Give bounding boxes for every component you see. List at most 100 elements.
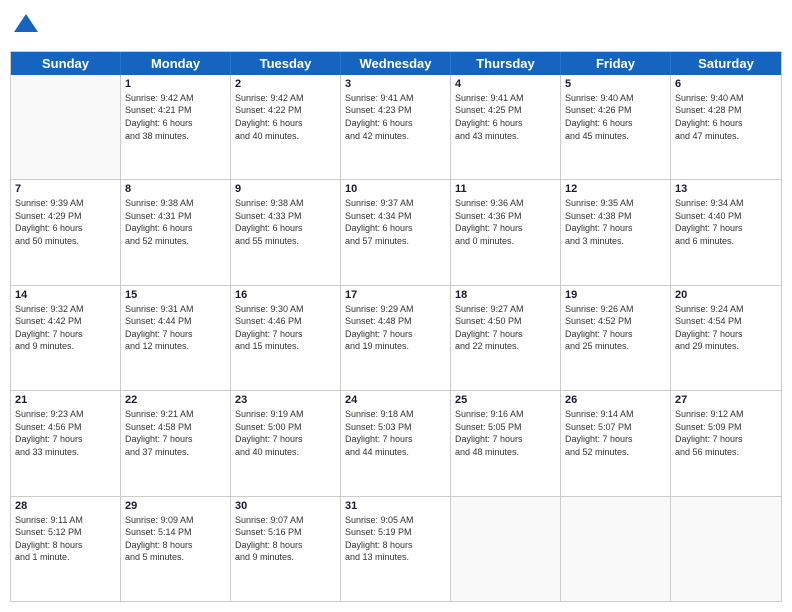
day-cell: 30 Sunrise: 9:07 AM Sunset: 5:16 PM Dayli… [231,497,341,601]
day-info: Sunrise: 9:29 AM Sunset: 4:48 PM Dayligh… [345,303,446,353]
day-number: 3 [345,78,446,90]
day-info: Sunrise: 9:39 AM Sunset: 4:29 PM Dayligh… [15,197,116,247]
day-cell: 6 Sunrise: 9:40 AM Sunset: 4:28 PM Daylig… [671,75,781,179]
week-row-2: 7 Sunrise: 9:39 AM Sunset: 4:29 PM Daylig… [11,180,781,285]
day-number: 28 [15,500,116,512]
day-number: 20 [675,289,777,301]
logo [10,10,40,43]
day-cell [671,497,781,601]
day-info: Sunrise: 9:18 AM Sunset: 5:03 PM Dayligh… [345,408,446,458]
day-number: 10 [345,183,446,195]
day-info: Sunrise: 9:24 AM Sunset: 4:54 PM Dayligh… [675,303,777,353]
day-info: Sunrise: 9:27 AM Sunset: 4:50 PM Dayligh… [455,303,556,353]
day-cell: 10 Sunrise: 9:37 AM Sunset: 4:34 PM Dayli… [341,180,451,284]
day-info: Sunrise: 9:41 AM Sunset: 4:25 PM Dayligh… [455,92,556,142]
day-info: Sunrise: 9:21 AM Sunset: 4:58 PM Dayligh… [125,408,226,458]
day-number: 2 [235,78,336,90]
day-number: 16 [235,289,336,301]
day-cell: 27 Sunrise: 9:12 AM Sunset: 5:09 PM Dayli… [671,391,781,495]
day-number: 24 [345,394,446,406]
week-row-4: 21 Sunrise: 9:23 AM Sunset: 4:56 PM Dayli… [11,391,781,496]
day-info: Sunrise: 9:38 AM Sunset: 4:33 PM Dayligh… [235,197,336,247]
day-info: Sunrise: 9:12 AM Sunset: 5:09 PM Dayligh… [675,408,777,458]
day-number: 17 [345,289,446,301]
header-day-thursday: Thursday [451,52,561,75]
logo-text [10,10,40,43]
day-number: 21 [15,394,116,406]
day-cell: 25 Sunrise: 9:16 AM Sunset: 5:05 PM Dayli… [451,391,561,495]
day-cell: 23 Sunrise: 9:19 AM Sunset: 5:00 PM Dayli… [231,391,341,495]
day-info: Sunrise: 9:05 AM Sunset: 5:19 PM Dayligh… [345,514,446,564]
day-cell: 20 Sunrise: 9:24 AM Sunset: 4:54 PM Dayli… [671,286,781,390]
day-cell: 14 Sunrise: 9:32 AM Sunset: 4:42 PM Dayli… [11,286,121,390]
day-number: 12 [565,183,666,195]
day-number: 5 [565,78,666,90]
day-number: 13 [675,183,777,195]
day-cell: 18Sunrise: 9:27 AM Sunset: 4:50 PM Dayli… [451,286,561,390]
day-info: Sunrise: 9:30 AM Sunset: 4:46 PM Dayligh… [235,303,336,353]
day-number: 4 [455,78,556,90]
day-number: 8 [125,183,226,195]
day-cell [451,497,561,601]
day-cell: 29Sunrise: 9:09 AM Sunset: 5:14 PM Dayli… [121,497,231,601]
header-day-friday: Friday [561,52,671,75]
day-info: Sunrise: 9:32 AM Sunset: 4:42 PM Dayligh… [15,303,116,353]
day-cell: 17 Sunrise: 9:29 AM Sunset: 4:48 PM Dayli… [341,286,451,390]
day-number: 11 [455,183,556,195]
day-info: Sunrise: 9:11 AM Sunset: 5:12 PM Dayligh… [15,514,116,564]
day-number: 26 [565,394,666,406]
day-info: Sunrise: 9:42 AM Sunset: 4:22 PM Dayligh… [235,92,336,142]
day-cell: 22 Sunrise: 9:21 AM Sunset: 4:58 PM Dayli… [121,391,231,495]
day-number: 22 [125,394,226,406]
week-row-5: 28 Sunrise: 9:11 AM Sunset: 5:12 PM Dayli… [11,497,781,601]
day-info: Sunrise: 9:37 AM Sunset: 4:34 PM Dayligh… [345,197,446,247]
logo-icon [12,10,40,38]
day-info: Sunrise: 9:19 AM Sunset: 5:00 PM Dayligh… [235,408,336,458]
header-day-wednesday: Wednesday [341,52,451,75]
day-info: Sunrise: 9:36 AM Sunset: 4:36 PM Dayligh… [455,197,556,247]
day-cell: 9 Sunrise: 9:38 AM Sunset: 4:33 PM Daylig… [231,180,341,284]
day-cell: 11 Sunrise: 9:36 AM Sunset: 4:36 PM Dayli… [451,180,561,284]
calendar-header: SundayMondayTuesdayWednesdayThursdayFrid… [11,52,781,75]
header-day-tuesday: Tuesday [231,52,341,75]
day-cell: 24 Sunrise: 9:18 AM Sunset: 5:03 PM Dayli… [341,391,451,495]
day-cell: 13Sunrise: 9:34 AM Sunset: 4:40 PM Dayli… [671,180,781,284]
day-info: Sunrise: 9:35 AM Sunset: 4:38 PM Dayligh… [565,197,666,247]
day-number: 30 [235,500,336,512]
day-number: 29 [125,500,226,512]
day-number: 6 [675,78,777,90]
day-number: 31 [345,500,446,512]
calendar-body: 1Sunrise: 9:42 AM Sunset: 4:21 PM Daylig… [11,75,781,601]
day-cell: 5 Sunrise: 9:40 AM Sunset: 4:26 PM Daylig… [561,75,671,179]
day-cell: 31 Sunrise: 9:05 AM Sunset: 5:19 PM Dayli… [341,497,451,601]
day-number: 23 [235,394,336,406]
day-number: 9 [235,183,336,195]
day-info: Sunrise: 9:41 AM Sunset: 4:23 PM Dayligh… [345,92,446,142]
day-cell: 26 Sunrise: 9:14 AM Sunset: 5:07 PM Dayli… [561,391,671,495]
day-cell: 15 Sunrise: 9:31 AM Sunset: 4:44 PM Dayli… [121,286,231,390]
day-number: 7 [15,183,116,195]
day-info: Sunrise: 9:14 AM Sunset: 5:07 PM Dayligh… [565,408,666,458]
day-cell: 21 Sunrise: 9:23 AM Sunset: 4:56 PM Dayli… [11,391,121,495]
day-number: 25 [455,394,556,406]
day-cell [561,497,671,601]
day-info: Sunrise: 9:31 AM Sunset: 4:44 PM Dayligh… [125,303,226,353]
calendar: SundayMondayTuesdayWednesdayThursdayFrid… [10,51,782,602]
header-day-saturday: Saturday [671,52,781,75]
day-number: 19 [565,289,666,301]
header [10,10,782,43]
day-number: 14 [15,289,116,301]
day-cell: 28 Sunrise: 9:11 AM Sunset: 5:12 PM Dayli… [11,497,121,601]
day-number: 27 [675,394,777,406]
day-info: Sunrise: 9:23 AM Sunset: 4:56 PM Dayligh… [15,408,116,458]
day-info: Sunrise: 9:40 AM Sunset: 4:26 PM Dayligh… [565,92,666,142]
day-info: Sunrise: 9:40 AM Sunset: 4:28 PM Dayligh… [675,92,777,142]
week-row-1: 1Sunrise: 9:42 AM Sunset: 4:21 PM Daylig… [11,75,781,180]
day-info: Sunrise: 9:07 AM Sunset: 5:16 PM Dayligh… [235,514,336,564]
day-info: Sunrise: 9:38 AM Sunset: 4:31 PM Dayligh… [125,197,226,247]
header-day-sunday: Sunday [11,52,121,75]
day-cell: 16 Sunrise: 9:30 AM Sunset: 4:46 PM Dayli… [231,286,341,390]
day-info: Sunrise: 9:16 AM Sunset: 5:05 PM Dayligh… [455,408,556,458]
day-number: 15 [125,289,226,301]
day-cell: 12 Sunrise: 9:35 AM Sunset: 4:38 PM Dayli… [561,180,671,284]
